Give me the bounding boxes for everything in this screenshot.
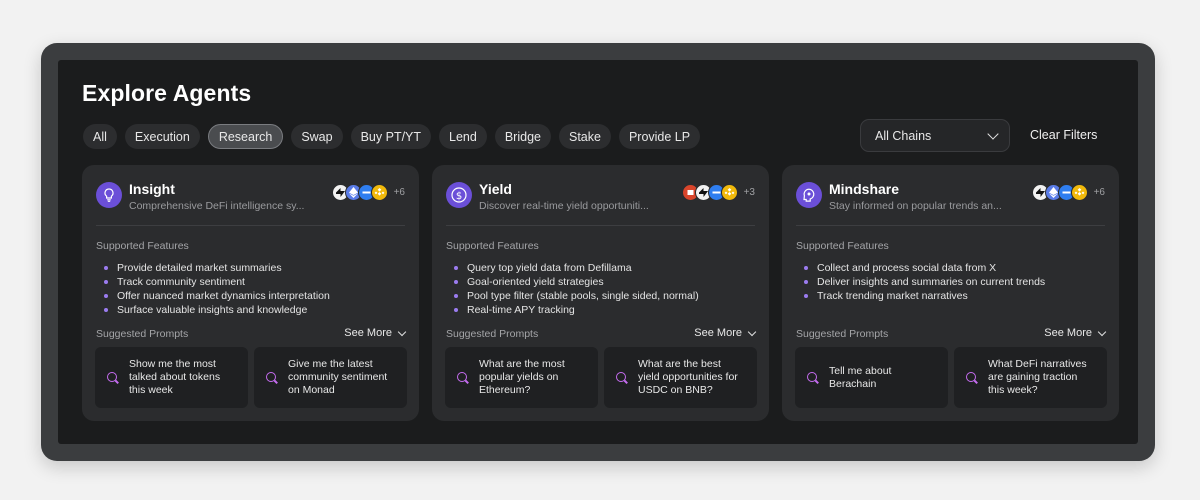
supported-features-label: Supported Features xyxy=(796,240,889,252)
prompt-text: What DeFi narratives are gaining tractio… xyxy=(988,358,1087,396)
filter-stake[interactable]: Stake xyxy=(558,124,611,149)
search-icon xyxy=(457,371,469,384)
feature-item: Deliver insights and summaries on curren… xyxy=(804,275,1045,289)
card-divider xyxy=(96,225,405,226)
agent-name: Mindshare xyxy=(829,181,900,197)
agent-card-insight[interactable]: Insight Comprehensive DeFi intelligence … xyxy=(82,165,419,421)
filter-buy-pt-yt[interactable]: Buy PT/YT xyxy=(350,124,432,149)
brain-icon xyxy=(796,182,822,208)
see-more-button[interactable]: See More xyxy=(1044,327,1107,339)
chain-select-dropdown[interactable]: All Chains xyxy=(860,119,1010,152)
agent-card-mindshare[interactable]: Mindshare Stay informed on popular trend… xyxy=(782,165,1119,421)
prompt-text: Show me the most talked about tokens thi… xyxy=(129,358,221,396)
prompt-card[interactable]: Tell me about Berachain xyxy=(795,347,948,408)
bnb-icon xyxy=(370,184,388,201)
suggested-prompts-label: Suggested Prompts xyxy=(96,328,189,340)
more-chains-count: +6 xyxy=(1093,187,1105,198)
agent-description: Stay informed on popular trends an... xyxy=(829,200,1002,212)
chevron-down-icon xyxy=(747,327,757,336)
suggested-prompts-label: Suggested Prompts xyxy=(446,328,539,340)
chain-select-value: All Chains xyxy=(875,128,932,143)
suggested-prompts: What are the most popular yields on Ethe… xyxy=(445,347,757,408)
app-screen: Explore Agents All Execution Research Sw… xyxy=(58,60,1138,444)
feature-item: Surface valuable insights and knowledge xyxy=(104,303,330,317)
lightbulb-icon xyxy=(96,182,122,208)
filter-execution[interactable]: Execution xyxy=(124,124,200,149)
agent-description: Comprehensive DeFi intelligence sy... xyxy=(129,200,305,212)
prompt-card[interactable]: What are the most popular yields on Ethe… xyxy=(445,347,598,408)
prompt-text: What are the most popular yields on Ethe… xyxy=(479,358,565,396)
feature-item: Track community sentiment xyxy=(104,275,330,289)
chevron-down-icon xyxy=(397,327,407,336)
agent-description: Discover real-time yield opportuniti... xyxy=(479,200,649,212)
filter-research[interactable]: Research xyxy=(207,124,284,149)
suggested-prompts-label: Suggested Prompts xyxy=(796,328,889,340)
see-more-button[interactable]: See More xyxy=(344,327,407,339)
see-more-label: See More xyxy=(344,327,392,339)
feature-item: Goal-oriented yield strategies xyxy=(454,275,699,289)
filter-chips: All Execution Research Swap Buy PT/YT Le… xyxy=(83,124,701,149)
browser-frame: Explore Agents All Execution Research Sw… xyxy=(41,43,1155,461)
feature-list: Provide detailed market summaries Track … xyxy=(104,261,330,317)
filter-all[interactable]: All xyxy=(83,124,117,149)
feature-item: Offer nuanced market dynamics interpreta… xyxy=(104,289,330,303)
see-more-label: See More xyxy=(1044,327,1092,339)
feature-item: Real-time APY tracking xyxy=(454,303,699,317)
prompt-card[interactable]: What are the best yield opportunities fo… xyxy=(604,347,757,408)
filter-lend[interactable]: Lend xyxy=(439,124,487,149)
search-icon xyxy=(807,371,819,384)
card-divider xyxy=(796,225,1105,226)
supported-chains: +6 xyxy=(331,184,405,201)
feature-item: Query top yield data from Defillama xyxy=(454,261,699,275)
card-divider xyxy=(446,225,755,226)
search-icon xyxy=(266,371,278,384)
supported-chains: +6 xyxy=(1031,184,1105,201)
bnb-icon xyxy=(1070,184,1088,201)
feature-item: Provide detailed market summaries xyxy=(104,261,330,275)
see-more-button[interactable]: See More xyxy=(694,327,757,339)
suggested-prompts: Tell me about Berachain What DeFi narrat… xyxy=(795,347,1107,408)
search-icon xyxy=(616,371,628,384)
feature-item: Collect and process social data from X xyxy=(804,261,1045,275)
search-icon xyxy=(966,371,978,384)
prompt-card[interactable]: Give me the latest community sentiment o… xyxy=(254,347,407,408)
agent-name: Insight xyxy=(129,181,175,197)
prompt-text: What are the best yield opportunities fo… xyxy=(638,358,738,396)
suggested-prompts: Show me the most talked about tokens thi… xyxy=(95,347,407,408)
feature-item: Pool type filter (stable pools, single s… xyxy=(454,289,699,303)
agent-cards: Insight Comprehensive DeFi intelligence … xyxy=(82,165,1119,421)
page-title: Explore Agents xyxy=(82,80,252,106)
feature-list: Query top yield data from Defillama Goal… xyxy=(454,261,699,317)
feature-item: Track trending market narratives xyxy=(804,289,1045,303)
prompt-text: Tell me about Berachain xyxy=(829,364,892,390)
feature-list: Collect and process social data from X D… xyxy=(804,261,1045,303)
supported-features-label: Supported Features xyxy=(96,240,189,252)
filter-bridge[interactable]: Bridge xyxy=(494,124,551,149)
search-icon xyxy=(107,371,119,384)
more-chains-count: +3 xyxy=(743,187,755,198)
filter-swap[interactable]: Swap xyxy=(291,124,343,149)
filter-provide-lp[interactable]: Provide LP xyxy=(618,124,701,149)
dollar-icon: $ xyxy=(446,182,472,208)
chevron-down-icon xyxy=(987,127,999,140)
prompt-card[interactable]: What DeFi narratives are gaining tractio… xyxy=(954,347,1107,408)
agent-card-yield[interactable]: $ Yield Discover real-time yield opportu… xyxy=(432,165,769,421)
bnb-icon xyxy=(720,184,738,201)
svg-text:$: $ xyxy=(456,191,462,202)
clear-filters-button[interactable]: Clear Filters xyxy=(1030,128,1097,142)
prompt-text: Give me the latest community sentiment o… xyxy=(288,358,388,396)
agent-name: Yield xyxy=(479,181,512,197)
see-more-label: See More xyxy=(694,327,742,339)
chevron-down-icon xyxy=(1097,327,1107,336)
more-chains-count: +6 xyxy=(393,187,405,198)
supported-features-label: Supported Features xyxy=(446,240,539,252)
prompt-card[interactable]: Show me the most talked about tokens thi… xyxy=(95,347,248,408)
supported-chains: +3 xyxy=(681,184,755,201)
